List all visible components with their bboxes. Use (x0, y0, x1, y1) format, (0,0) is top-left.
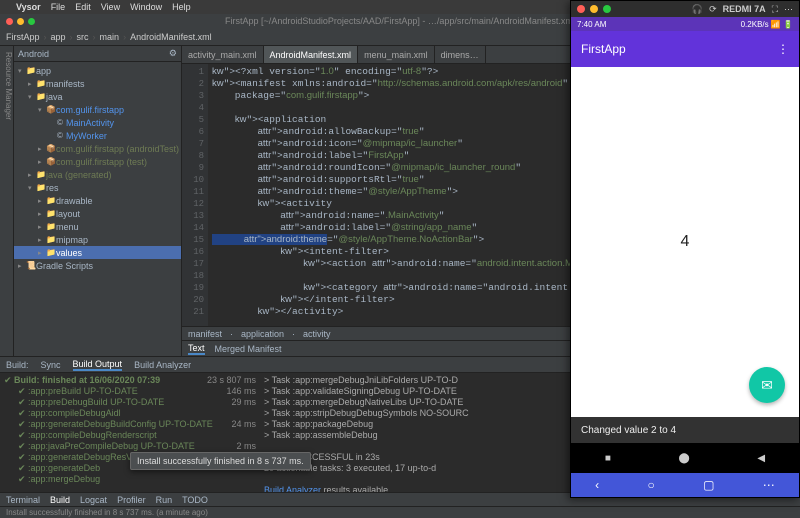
editor-gutter: 123456789101112131415161718192021 (182, 64, 208, 326)
vysor-recents-icon[interactable]: ▢ (703, 478, 714, 492)
crumb-project[interactable]: FirstApp (6, 32, 40, 42)
fab-button[interactable]: ✉ (749, 367, 785, 403)
tree-node[interactable]: ▾📁java (14, 90, 181, 103)
android-nav-bar[interactable]: ■ ⬤ ◀ (571, 443, 799, 473)
tree-node[interactable]: ▸📁mipmap (14, 233, 181, 246)
status-bar: Install successfully finished in 8 s 737… (0, 506, 800, 518)
editor-tab[interactable]: menu_main.xml (358, 46, 435, 63)
vysor-max[interactable] (603, 5, 611, 13)
crumb-file[interactable]: AndroidManifest.xml (130, 32, 212, 42)
build-analyzer-link[interactable]: Build Analyzer (264, 485, 321, 492)
tree-node[interactable]: ©MyWorker (14, 129, 181, 142)
tree-node[interactable]: ▸📜Gradle Scripts (14, 259, 181, 272)
network-speed: 0.2KB/s (741, 20, 769, 29)
editor-tab[interactable]: activity_main.xml (182, 46, 264, 63)
vysor-close[interactable] (577, 5, 585, 13)
rotate-icon[interactable]: ⟳ (709, 4, 717, 15)
project-panel: Android ⚙ ▾📁app▸📁manifests▾📁java▾📦com.gu… (14, 46, 182, 356)
nav-back-icon[interactable]: ◀ (757, 453, 765, 464)
vysor-control-bar[interactable]: ‹ ○ ▢ ⋯ (571, 473, 799, 497)
tree-node[interactable]: ▾📦com.gulif.firstapp (14, 103, 181, 116)
menu-window[interactable]: Window (130, 2, 162, 12)
vysor-titlebar: 🎧 ⟳ REDMI 7A ⛶ ⋯ (571, 1, 799, 17)
build-task-tree[interactable]: ✔ Build: finished at 16/06/2020 07:3923 … (0, 373, 260, 492)
tab-sync[interactable]: Sync (41, 360, 61, 370)
build-tooltip: Install successfully finished in 8 s 737… (130, 452, 311, 470)
menu-help[interactable]: Help (172, 2, 191, 12)
build-label: Build: (6, 360, 29, 370)
tree-node[interactable]: ▸📁menu (14, 220, 181, 233)
tree-node[interactable]: ▾📁res (14, 181, 181, 194)
rail-resource-manager[interactable]: Resource Manager (4, 52, 13, 356)
tree-node[interactable]: ▸📁manifests (14, 77, 181, 90)
tab-build-output[interactable]: Build Output (73, 359, 123, 371)
project-view-selector[interactable]: Android (18, 49, 49, 59)
tree-node[interactable]: ▸📦com.gulif.firstapp (androidTest) (14, 142, 181, 155)
tree-node[interactable]: ©MainActivity (14, 116, 181, 129)
subtab-text[interactable]: Text (188, 343, 205, 355)
project-tree[interactable]: ▾📁app▸📁manifests▾📁java▾📦com.gulif.firsta… (14, 62, 181, 274)
snackbar: Changed value 2 to 4 (571, 417, 799, 443)
max-dot[interactable] (28, 18, 35, 25)
tab-build-analyzer[interactable]: Build Analyzer (134, 360, 191, 370)
android-app-bar: FirstApp ⋮ (571, 31, 799, 67)
editor-tab[interactable]: AndroidManifest.xml (264, 46, 359, 63)
headphones-icon[interactable]: 🎧 (692, 4, 703, 15)
tree-node[interactable]: ▸📁values (14, 246, 181, 259)
vysor-menu-icon[interactable]: ⋯ (784, 4, 793, 15)
crumb-main[interactable]: main (100, 32, 120, 42)
android-status-bar: 7:40 AM 0.2KB/s 📶 🔋 (571, 17, 799, 31)
close-dot[interactable] (6, 18, 13, 25)
nav-home-icon[interactable]: ⬤ (679, 453, 690, 464)
app-content[interactable]: 4 ✉ (571, 67, 799, 417)
status-time: 7:40 AM (577, 20, 606, 29)
vysor-back-icon[interactable]: ‹ (595, 478, 599, 492)
menu-file[interactable]: File (51, 2, 66, 12)
ide-title-text: FirstApp [~/AndroidStudioProjects/AAD/Fi… (225, 14, 575, 28)
vysor-device-name: REDMI 7A (723, 4, 766, 14)
snackbar-text: Changed value 2 to 4 (581, 425, 676, 436)
editor-tab[interactable]: dimens… (435, 46, 486, 63)
nav-recents-icon[interactable]: ■ (605, 453, 611, 464)
left-tool-rail[interactable]: Resource Manager 1: Project (0, 46, 14, 356)
crumb-module[interactable]: app (51, 32, 66, 42)
counter-text: 4 (681, 233, 690, 251)
overflow-icon[interactable]: ⋮ (777, 42, 789, 56)
tree-node[interactable]: ▸📁java (generated) (14, 168, 181, 181)
crumb-src[interactable]: src (77, 32, 89, 42)
vysor-home-icon[interactable]: ○ (648, 478, 655, 492)
vysor-min[interactable] (590, 5, 598, 13)
subtab-merged[interactable]: Merged Manifest (215, 344, 282, 354)
fullscreen-icon[interactable]: ⛶ (772, 4, 778, 15)
tree-node[interactable]: ▾📁app (14, 64, 181, 77)
app-title: FirstApp (581, 42, 626, 56)
tree-node[interactable]: ▸📦com.gulif.firstapp (test) (14, 155, 181, 168)
min-dot[interactable] (17, 18, 24, 25)
app-name[interactable]: Vysor (16, 2, 41, 12)
tree-node[interactable]: ▸📁layout (14, 207, 181, 220)
project-settings-icon[interactable]: ⚙ (169, 48, 177, 59)
breadcrumb[interactable]: FirstApp› app› src› main› AndroidManifes… (6, 32, 212, 42)
vysor-phone-window: 🎧 ⟳ REDMI 7A ⛶ ⋯ 7:40 AM 0.2KB/s 📶 🔋 Fir… (570, 0, 800, 498)
menu-edit[interactable]: Edit (75, 2, 91, 12)
vysor-more-icon[interactable]: ⋯ (763, 478, 775, 492)
tree-node[interactable]: ▸📁drawable (14, 194, 181, 207)
menu-view[interactable]: View (101, 2, 120, 12)
status-text: Install successfully finished in 8 s 737… (6, 508, 208, 517)
